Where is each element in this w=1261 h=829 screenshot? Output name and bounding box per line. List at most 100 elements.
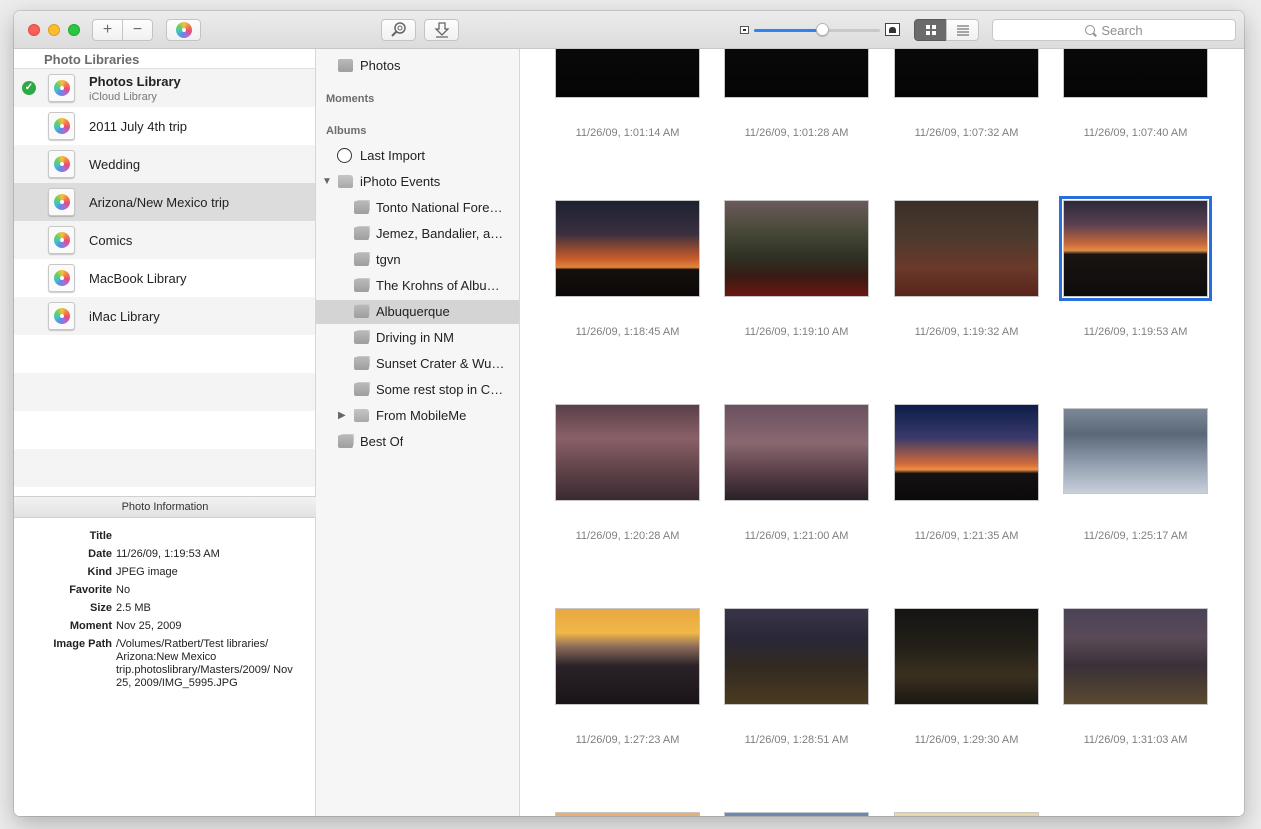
library-subtitle: iCloud Library — [89, 91, 157, 103]
photo-cell[interactable]: 11/26/09, 1:01:28 AM — [712, 49, 881, 151]
info-row: Date 11/26/09, 1:19:53 AM — [14, 545, 316, 563]
library-item[interactable]: MacBook Library — [14, 259, 315, 297]
source-from-mobileme[interactable]: ▶ From MobileMe — [316, 404, 519, 428]
photo-thumbnail[interactable] — [894, 200, 1039, 297]
photo-cell[interactable]: 11/26/09, 1:19:32 AM — [882, 200, 1051, 350]
photo-cell[interactable]: 11/26/09, 1:29:30 AM — [882, 608, 1051, 758]
photos-library-icon — [48, 74, 75, 102]
disclosure-expanded-icon[interactable]: ▼ — [322, 176, 332, 187]
photo-date: 11/26/09, 1:07:40 AM — [1083, 127, 1188, 139]
photo-thumbnail[interactable] — [555, 608, 700, 705]
library-item[interactable]: ✓ Photos Library iCloud Library — [14, 69, 315, 107]
photo-thumbnail[interactable] — [724, 812, 869, 816]
library-item[interactable]: Comics — [14, 221, 315, 259]
event-label: Jemez, Bandalier, a… — [376, 226, 504, 241]
photo-thumbnail[interactable] — [1059, 196, 1212, 301]
info-row: Moment Nov 25, 2009 — [14, 617, 316, 635]
event-item[interactable]: Tonto National Fore… — [316, 196, 519, 220]
photo-cell[interactable]: 11/26/09, 1:31:03 AM — [1051, 608, 1220, 758]
minimize-window-button[interactable] — [48, 24, 60, 36]
photos-library-icon — [48, 226, 75, 254]
export-button[interactable] — [424, 19, 459, 41]
library-item[interactable]: Arizona/New Mexico trip — [14, 183, 315, 221]
source-photos[interactable]: Photos — [316, 54, 519, 78]
photo-cell[interactable]: 11/26/09, 1:19:53 AM — [1051, 196, 1220, 350]
event-item[interactable]: Driving in NM — [316, 326, 519, 350]
event-label: Driving in NM — [376, 330, 455, 345]
toolbar: + − Search — [14, 11, 1244, 49]
photo-cell[interactable]: 11/26/09, 1:19:10 AM — [712, 200, 881, 350]
event-item[interactable]: Sunset Crater & Wu… — [316, 352, 519, 376]
photo-thumbnail[interactable] — [1063, 408, 1208, 494]
photo-cell[interactable]: 11/26/09, 1:01:14 AM — [543, 49, 712, 151]
photo-cell[interactable]: 11/26/09, 1:27:23 AM — [543, 608, 712, 758]
photo-thumbnail[interactable] — [555, 812, 700, 816]
close-window-button[interactable] — [28, 24, 40, 36]
slider-knob[interactable] — [816, 23, 830, 36]
photo-thumbnail[interactable] — [894, 49, 1039, 98]
photo-thumbnail[interactable] — [894, 404, 1039, 501]
library-item[interactable]: Wedding — [14, 145, 315, 183]
minus-icon: − — [132, 21, 143, 38]
photo-thumbnail[interactable] — [555, 49, 700, 98]
photo-cell[interactable]: 11/26/09, 1:07:32 AM — [882, 49, 1051, 151]
library-item[interactable]: 2011 July 4th trip — [14, 107, 315, 145]
photo-thumbnail[interactable] — [724, 49, 869, 98]
photo-cell[interactable]: 11/26/09, 1:28:51 AM — [712, 608, 881, 758]
info-row: Image Path/Volumes/Ratbert/Test librarie… — [14, 635, 316, 693]
photo-thumbnail[interactable] — [724, 200, 869, 297]
photo-thumbnail[interactable] — [555, 404, 700, 501]
photo-thumbnail[interactable] — [724, 404, 869, 501]
photo-thumbnail[interactable] — [1063, 608, 1208, 705]
reveal-button[interactable] — [381, 19, 416, 41]
event-item[interactable]: Some rest stop in C… — [316, 378, 519, 402]
event-label: Some rest stop in C… — [376, 382, 504, 397]
event-item[interactable]: tgvn — [316, 248, 519, 272]
library-name: MacBook Library — [89, 271, 187, 286]
photos-library-icon — [48, 264, 75, 292]
info-key: Size — [89, 602, 112, 614]
list-view-button[interactable] — [946, 19, 979, 41]
photo-date: 11/26/09, 1:01:28 AM — [744, 127, 849, 139]
event-item[interactable]: Jemez, Bandalier, a… — [316, 222, 519, 246]
zoom-window-button[interactable] — [68, 24, 80, 36]
source-best-of[interactable]: Best Of — [316, 430, 519, 454]
photo-thumbnail[interactable] — [894, 812, 1039, 816]
photo-cell[interactable]: 11/26/09, 1:25:17 AM — [1051, 404, 1220, 554]
event-item[interactable]: The Krohns of Albu… — [316, 274, 519, 298]
library-name: Comics — [89, 233, 133, 248]
photo-date: 11/26/09, 1:31:03 AM — [1083, 734, 1188, 746]
photos-library-icon — [48, 188, 75, 216]
photo-cell[interactable]: 11/26/09, 1:21:00 AM — [712, 404, 881, 554]
photo-thumbnail[interactable] — [555, 200, 700, 297]
photo-thumbnail[interactable] — [1063, 49, 1208, 98]
photo-thumbnail[interactable] — [894, 608, 1039, 705]
photo-cell[interactable]: 11/26/09, 1:20:28 AM — [543, 404, 712, 554]
info-key: Favorite — [69, 584, 112, 596]
source-from-mobileme-label: From MobileMe — [376, 408, 467, 423]
library-name: 2011 July 4th trip — [89, 119, 188, 134]
photo-date: 11/26/09, 1:07:32 AM — [914, 127, 1019, 139]
event-icon — [354, 331, 369, 344]
grid-view-button[interactable] — [914, 19, 947, 41]
event-label: Sunset Crater & Wu… — [376, 356, 505, 371]
search-field[interactable]: Search — [992, 19, 1236, 41]
photo-cell[interactable]: 11/26/09, 1:18:45 AM — [543, 200, 712, 350]
add-library-button[interactable]: + — [92, 19, 123, 41]
flower-icon — [54, 270, 70, 286]
event-label: Albuquerque — [376, 304, 450, 319]
info-key: Moment — [69, 620, 112, 632]
photo-cell[interactable]: 11/26/09, 1:07:40 AM — [1051, 49, 1220, 151]
source-last-import[interactable]: Last Import — [316, 144, 519, 168]
library-item[interactable]: iMac Library — [14, 297, 315, 335]
photo-cell[interactable]: 11/26/09, 1:21:35 AM — [882, 404, 1051, 554]
remove-library-button[interactable]: − — [122, 19, 153, 41]
source-iphoto-events[interactable]: ▼ iPhoto Events — [316, 170, 519, 194]
folder-icon — [338, 175, 353, 188]
photo-thumbnail[interactable] — [724, 608, 869, 705]
event-item[interactable]: Albuquerque — [316, 300, 519, 324]
disclosure-collapsed-icon[interactable]: ▶ — [338, 410, 346, 421]
open-in-photos-button[interactable] — [166, 19, 201, 41]
photo-date: 11/26/09, 1:01:14 AM — [575, 127, 680, 139]
event-label: Tonto National Fore… — [376, 200, 503, 215]
